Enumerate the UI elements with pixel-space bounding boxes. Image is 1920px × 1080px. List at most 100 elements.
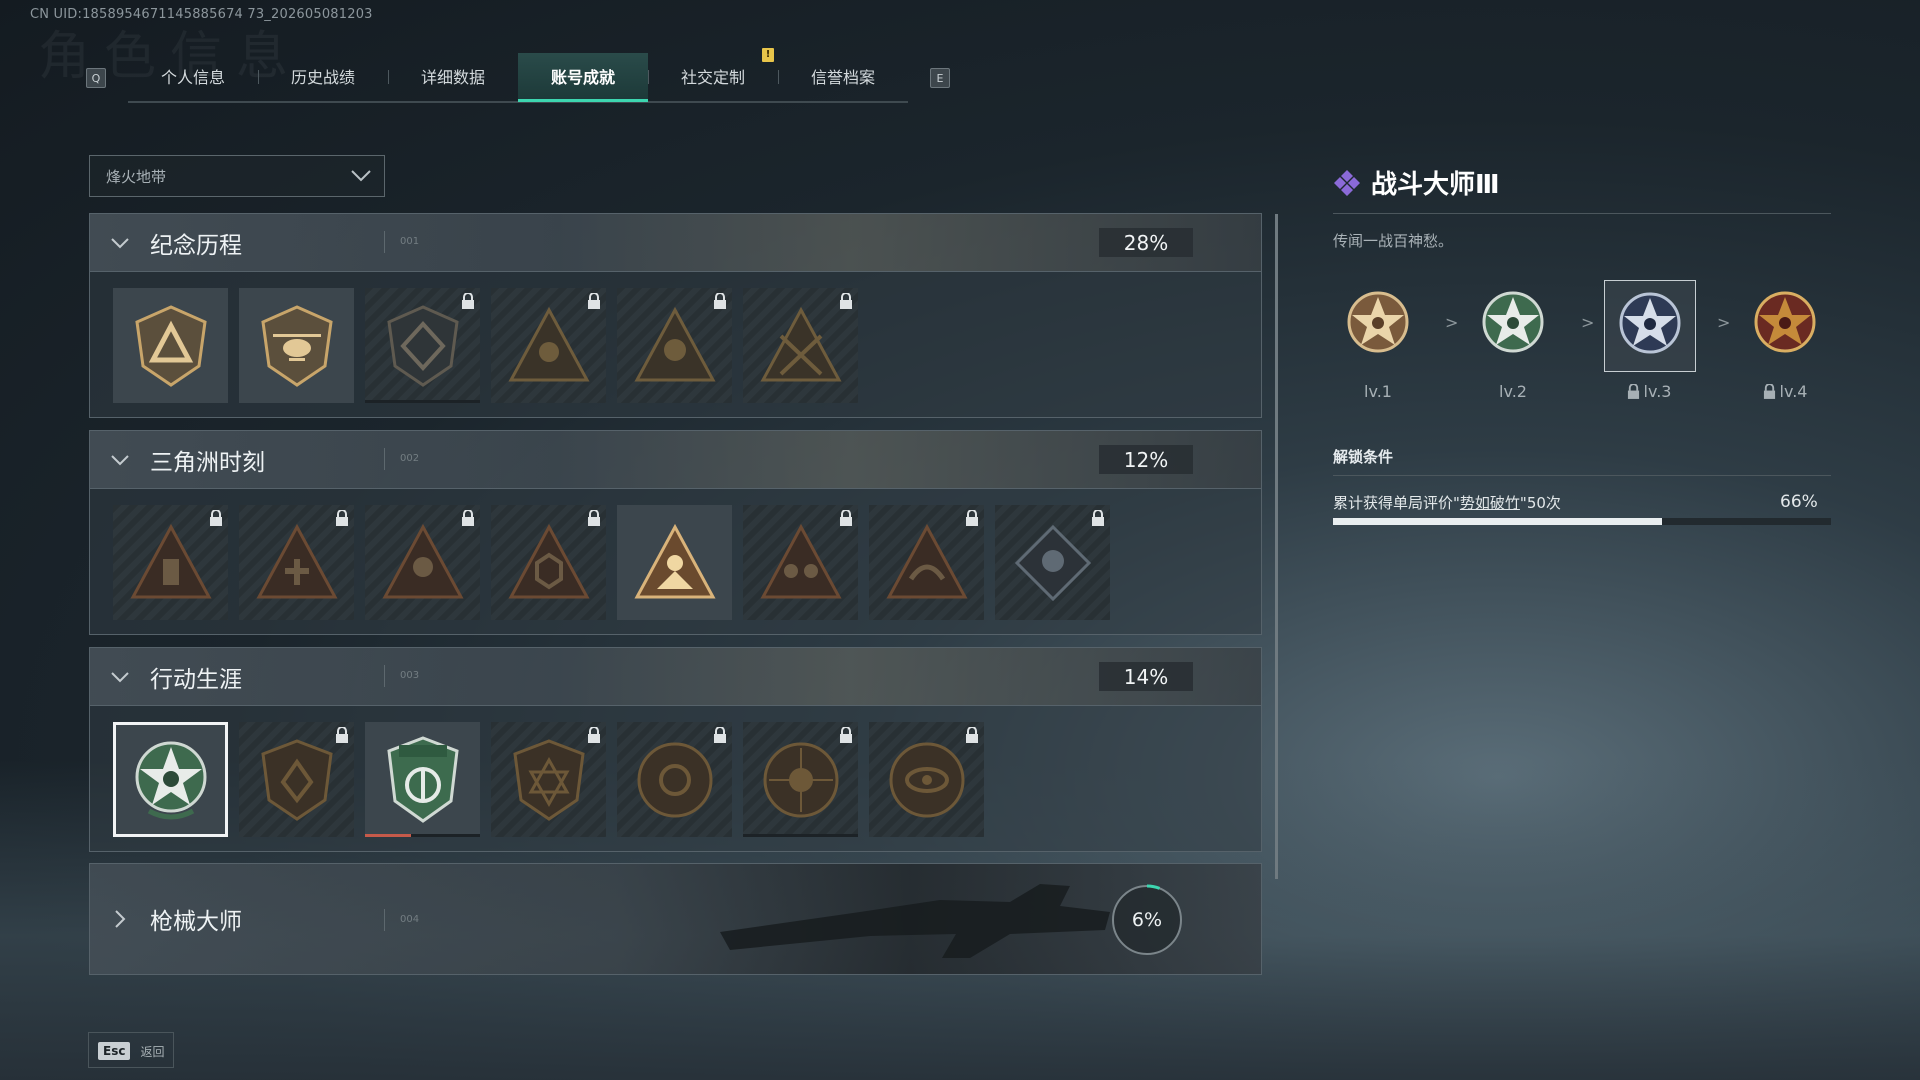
team-triangle-icon <box>633 523 716 598</box>
achievement-badge-locked[interactable] <box>491 722 606 837</box>
section-title: 枪械大师 <box>150 909 242 935</box>
medic-triangle-icon <box>255 523 338 598</box>
achievement-badge-locked[interactable] <box>113 505 228 620</box>
lock-icon <box>336 510 348 526</box>
achievement-badge-locked[interactable] <box>743 505 858 620</box>
tab-personal-info[interactable]: 个人信息 <box>128 53 258 99</box>
achievement-badge-locked[interactable] <box>743 288 858 403</box>
tab-social[interactable]: 社交定制 <box>648 53 778 99</box>
section-number: 003 <box>400 670 420 681</box>
notice-badge: ! <box>762 48 774 62</box>
main-tabs: Q 个人信息 历史战绩 详细数据 账号成就 社交定制 信誉档案 E <box>86 53 950 103</box>
prev-tab-key[interactable]: Q <box>86 68 106 88</box>
detail-title-text: 战斗大师Ⅲ <box>1371 170 1500 200</box>
list-scrollbar[interactable] <box>1275 214 1278 879</box>
back-label: 返回 <box>140 1044 165 1059</box>
achievement-badge-locked[interactable] <box>239 722 354 837</box>
rose-diamond-icon <box>1014 524 1091 601</box>
section-header[interactable]: 纪念历程 001 28% <box>90 214 1261 272</box>
soldier-triangle-icon <box>759 306 842 381</box>
green-shield-badge-icon <box>386 735 459 823</box>
achievement-badge[interactable] <box>239 288 354 403</box>
achievement-badge-locked[interactable] <box>365 288 480 403</box>
lock-icon <box>840 727 852 743</box>
hexagram-shield-icon <box>512 738 585 821</box>
achievement-badge-locked[interactable] <box>617 288 732 403</box>
lock-icon <box>588 510 600 526</box>
bronze-shield-badge-icon <box>260 738 333 821</box>
achievement-badge[interactable] <box>113 288 228 403</box>
level-3-badge-selected[interactable] <box>1604 280 1696 372</box>
lock-icon <box>1092 510 1104 526</box>
tab-detailed-data[interactable]: 详细数据 <box>388 53 518 99</box>
achievement-badge-locked[interactable] <box>869 722 984 837</box>
tab-history[interactable]: 历史战绩 <box>258 53 388 99</box>
section-header[interactable]: 行动生涯 003 14% <box>90 648 1261 706</box>
achievement-badge[interactable] <box>617 505 732 620</box>
achievement-badge-locked[interactable] <box>617 722 732 837</box>
red-star-badge-icon <box>1754 291 1816 353</box>
achievement-badge-locked[interactable] <box>365 505 480 620</box>
achievement-badge-locked[interactable] <box>995 505 1110 620</box>
detail-description: 传闻一战百神愁。 <box>1333 232 1454 250</box>
level-arrow: > <box>1581 313 1595 332</box>
round-eye-badge-icon <box>889 742 964 817</box>
divider <box>1333 213 1831 214</box>
condition-keyword-link[interactable]: 势如破竹 <box>1460 494 1520 512</box>
chevron-down-icon <box>111 671 129 682</box>
triangle-shield-icon <box>134 304 207 387</box>
section-title: 纪念历程 <box>150 232 242 259</box>
section-title: 行动生涯 <box>150 666 242 693</box>
round-skull-badge-icon <box>763 742 838 817</box>
player-uid: CN UID:1858954671145885674 73_2026050812… <box>30 7 373 22</box>
achievement-badge-locked[interactable] <box>869 505 984 620</box>
mode-dropdown[interactable]: 烽火地带 <box>89 155 385 197</box>
chevron-down-icon <box>111 237 129 248</box>
lock-icon <box>588 293 600 309</box>
lock-icon <box>588 727 600 743</box>
diamond-cluster-icon <box>1334 169 1360 196</box>
section-operation-career: 行动生涯 003 14% <box>89 647 1262 852</box>
section-percent: 12% <box>1099 445 1193 474</box>
section-weapon-master[interactable]: 枪械大师 004 6% <box>89 863 1262 975</box>
green-star-badge-icon <box>1482 291 1544 353</box>
section-percent: 14% <box>1099 662 1193 691</box>
robot-triangle-icon <box>507 306 590 381</box>
chevron-right-icon <box>115 910 126 928</box>
lock-icon <box>210 510 222 526</box>
achievement-badge-locked[interactable] <box>743 722 858 837</box>
level-4-badge[interactable] <box>1740 280 1830 370</box>
helicopter-shield-icon <box>260 304 333 387</box>
group-triangle-icon <box>759 523 842 598</box>
esc-key: Esc <box>98 1042 131 1060</box>
level-selector: > > > lv.1 lv.2 lv.3 lv.4 <box>1333 280 1833 410</box>
section-percent: 6% <box>1131 909 1163 931</box>
section-percent: 28% <box>1099 228 1193 257</box>
mode-dropdown-value: 烽火地带 <box>106 167 167 186</box>
achievement-badge-locked[interactable] <box>491 288 606 403</box>
machine-gun-silhouette <box>720 884 1110 958</box>
unlock-progress-fill <box>1333 518 1662 525</box>
lock-icon <box>336 727 348 743</box>
bottle-triangle-icon <box>129 523 212 598</box>
bird-triangle-icon <box>885 523 968 598</box>
achievement-badge[interactable] <box>365 722 480 837</box>
lock-icon <box>714 293 726 309</box>
unlock-progress-percent: 66% <box>1780 492 1818 512</box>
achievement-badge-locked[interactable] <box>239 505 354 620</box>
crouching-figure-triangle-icon <box>381 523 464 598</box>
achievement-badge-selected[interactable] <box>113 722 228 837</box>
lock-icon <box>1763 384 1775 399</box>
tab-achievements[interactable]: 账号成就 <box>518 53 648 102</box>
level-2-badge[interactable] <box>1468 280 1558 370</box>
section-number: 002 <box>400 453 420 464</box>
tab-reputation[interactable]: 信誉档案 <box>778 53 908 99</box>
detail-title: 战斗大师Ⅲ <box>1333 164 1500 201</box>
achievement-badge-locked[interactable] <box>491 505 606 620</box>
next-tab-key[interactable]: E <box>930 68 950 88</box>
section-header[interactable]: 三角洲时刻 002 12% <box>90 431 1261 489</box>
unlock-progress-bar <box>1333 518 1831 525</box>
level-1-badge[interactable] <box>1333 280 1423 370</box>
back-button[interactable]: Esc 返回 <box>98 1042 164 1060</box>
round-helmet-badge-icon <box>637 742 712 817</box>
